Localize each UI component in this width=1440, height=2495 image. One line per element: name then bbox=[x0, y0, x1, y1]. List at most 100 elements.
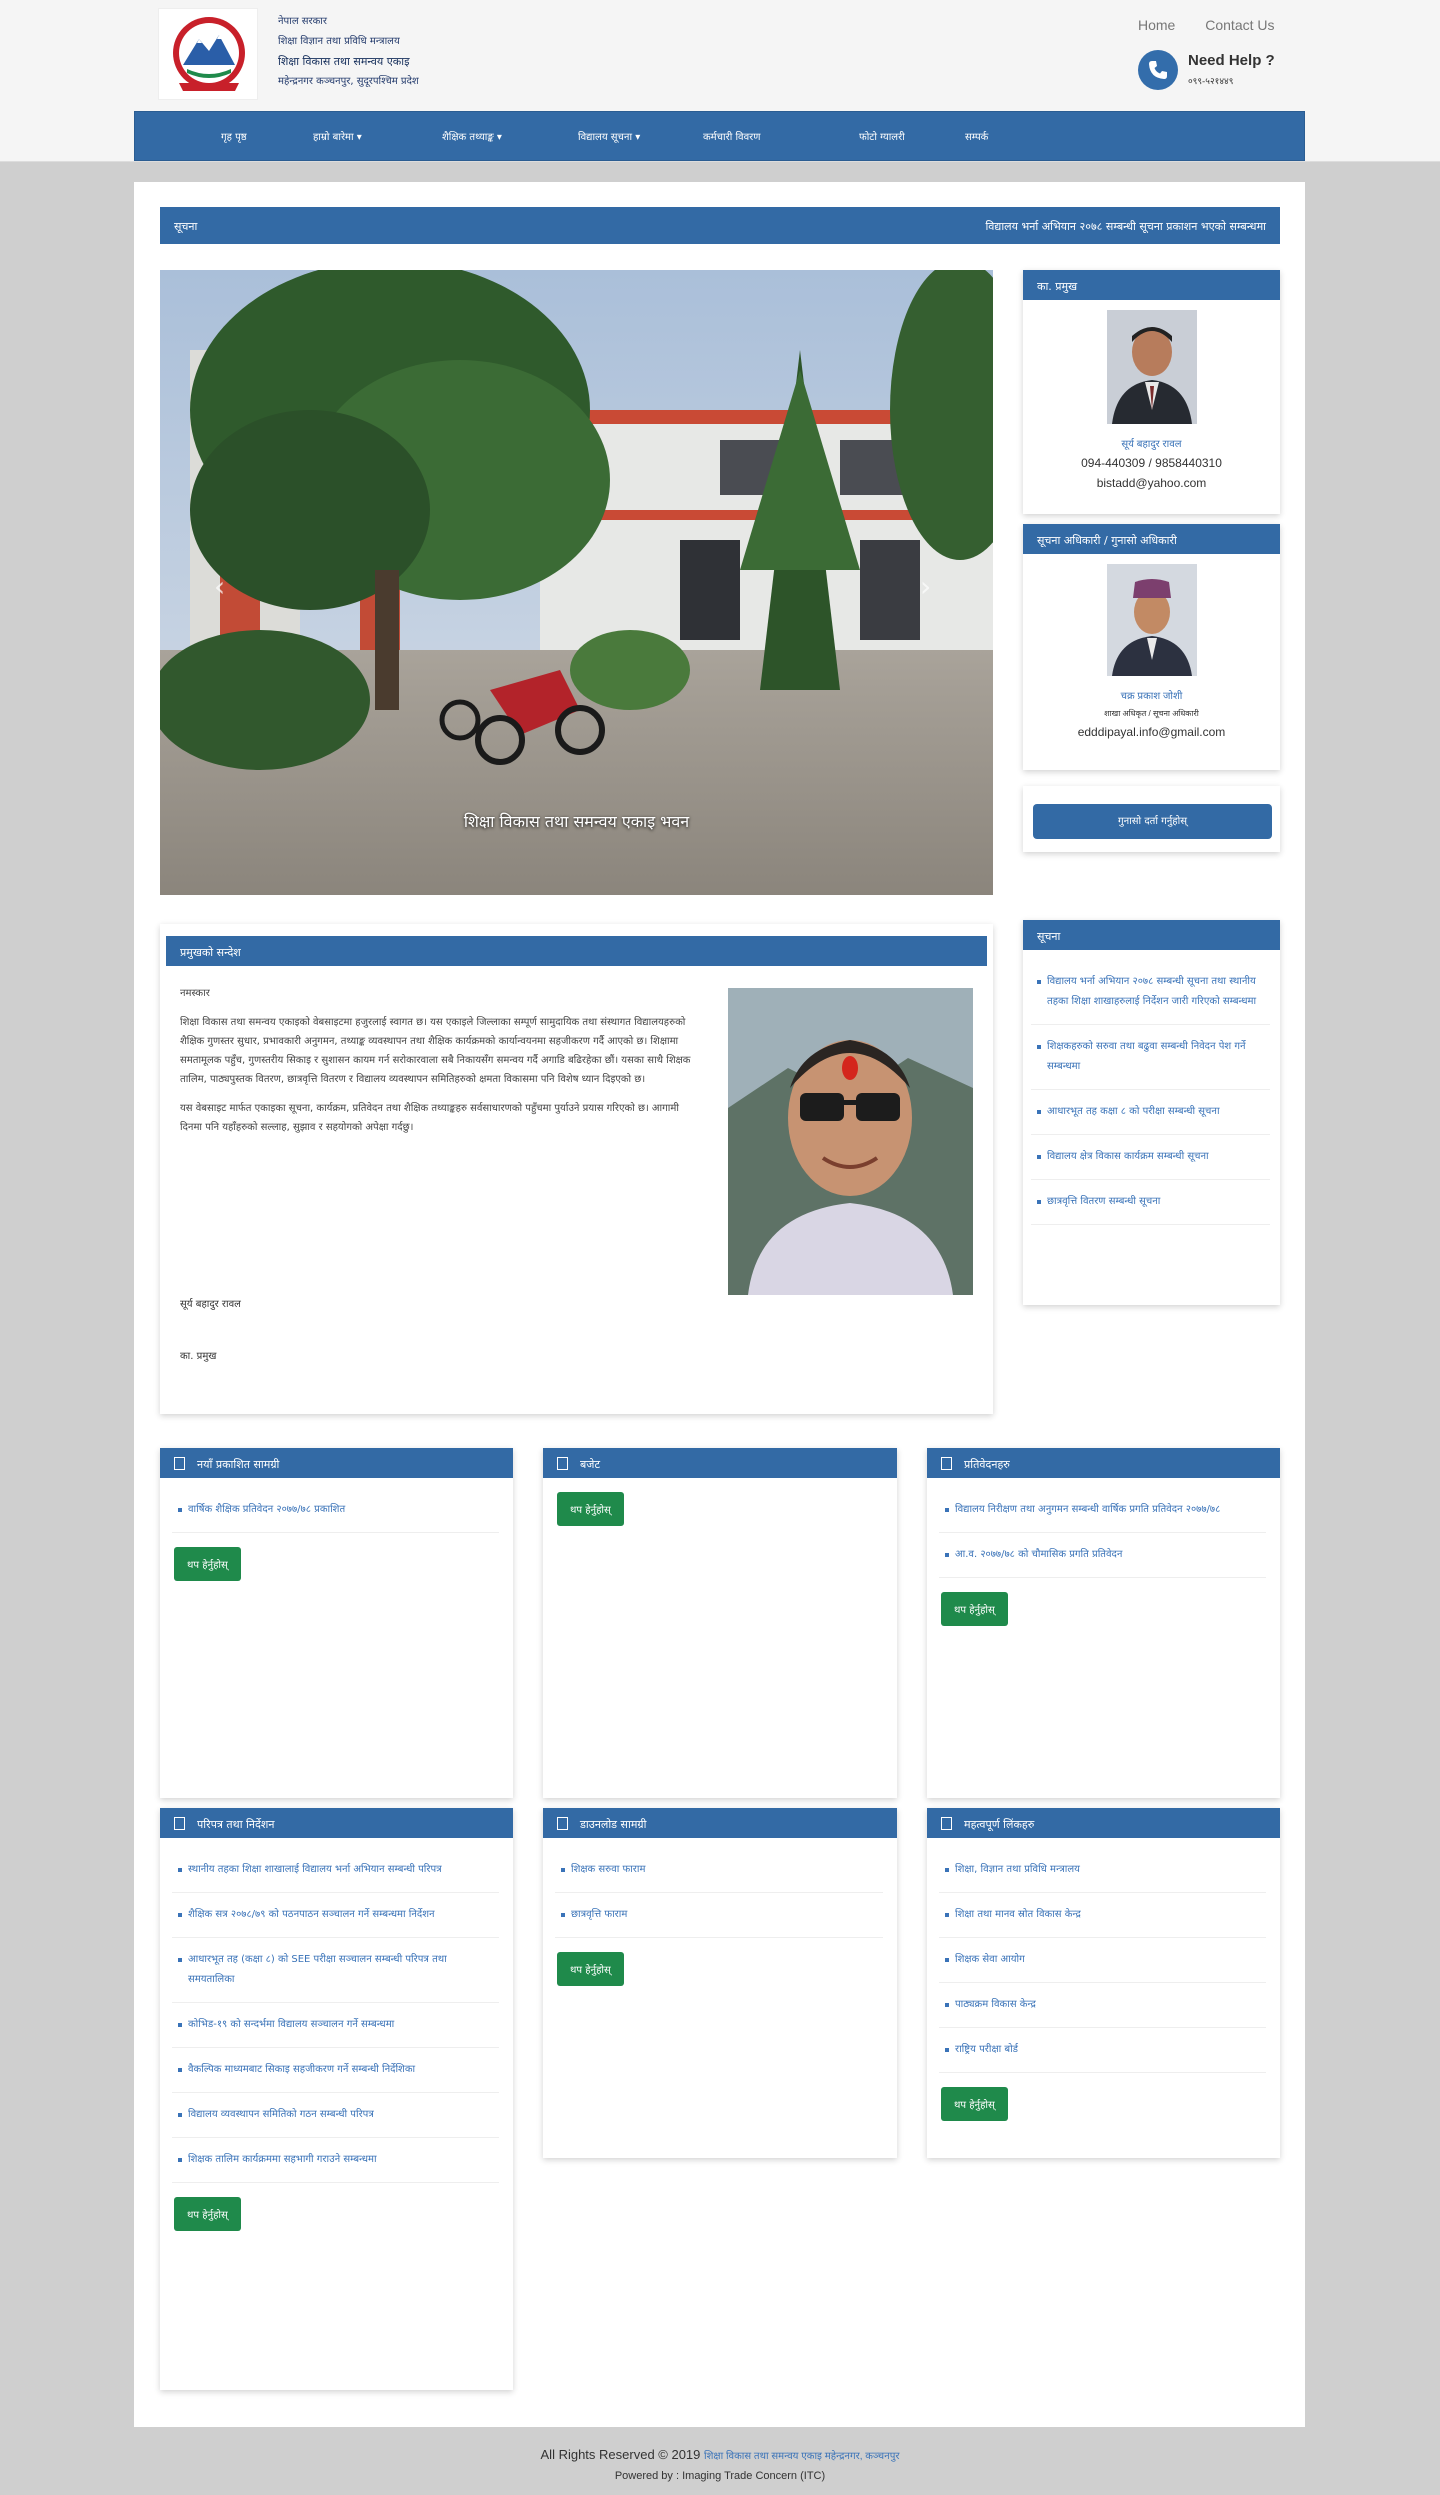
chief-officer-email[interactable]: bistadd@yahoo.com bbox=[1023, 476, 1280, 490]
publication-item[interactable]: वार्षिक शैक्षिक प्रतिवेदन २०७७/७८ प्रकाश… bbox=[172, 1488, 499, 1533]
footer-org-link[interactable]: शिक्षा विकास तथा समन्वय एकाइ महेन्द्रनगर… bbox=[704, 2451, 899, 2462]
chevron-down-icon: ▾ bbox=[356, 132, 362, 143]
nav-item-school-info[interactable]: विद्यालय सूचना ▾ bbox=[578, 129, 640, 143]
nav-item-contact[interactable]: सम्पर्क bbox=[965, 129, 988, 143]
document-icon bbox=[174, 1817, 185, 1830]
circular-item[interactable]: विद्यालय व्यवस्थापन समितिको गठन सम्बन्धी… bbox=[172, 2093, 499, 2138]
nav-item-statistics[interactable]: शैक्षिक तथ्याङ्क ▾ bbox=[442, 129, 502, 143]
chief-message-panel: प्रमुखको सन्देश नमस्कार शिक्षा विकास तथा… bbox=[160, 924, 993, 1414]
org-line-1: नेपाल सरकार bbox=[278, 16, 327, 27]
register-complaint-button[interactable]: गुनासो दर्ता गर्नुहोस् bbox=[1033, 804, 1272, 839]
info-officer-panel: सूचना अधिकारी / गुनासो अधिकारी चक्र प्रक… bbox=[1023, 524, 1280, 770]
link-item[interactable]: पाठ्यक्रम विकास केन्द्र bbox=[939, 1983, 1266, 2028]
publications-box: नयाँ प्रकाशित सामग्री वार्षिक शैक्षिक प्… bbox=[160, 1448, 513, 1798]
reports-more-button[interactable]: थप हेर्नुहोस् bbox=[941, 1592, 1008, 1626]
downloads-more-button[interactable]: थप हेर्नुहोस् bbox=[557, 1952, 624, 1986]
message-paragraph-1: शिक्षा विकास तथा समन्वय एकाइको वेबसाइटमा… bbox=[180, 1017, 691, 1085]
government-emblem-logo[interactable] bbox=[158, 8, 258, 100]
contact-us-link[interactable]: Contact Us bbox=[1205, 17, 1274, 33]
circular-item[interactable]: आधारभूत तह (कक्षा ८) को SEE परीक्षा सञ्च… bbox=[172, 1938, 499, 2003]
info-officer-email[interactable]: edddipayal.info@gmail.com bbox=[1023, 725, 1280, 739]
circular-item[interactable]: शैक्षिक सत्र २०७८/७९ को पठनपाठन सञ्चालन … bbox=[172, 1893, 499, 1938]
link-item[interactable]: शिक्षा, विज्ञान तथा प्रविधि मन्त्रालय bbox=[939, 1848, 1266, 1893]
reports-heading: प्रतिवेदनहरु bbox=[927, 1448, 1280, 1478]
chevron-down-icon: ▾ bbox=[635, 132, 641, 143]
footer-powered-by[interactable]: Imaging Trade Concern (ITC) bbox=[682, 2470, 825, 2482]
links-box: महत्वपूर्ण लिंकहरु शिक्षा, विज्ञान तथा प… bbox=[927, 1808, 1280, 2158]
links-more-button[interactable]: थप हेर्नुहोस् bbox=[941, 2087, 1008, 2121]
ticker-label: सूचना bbox=[174, 220, 198, 233]
budget-more-button[interactable]: थप हेर्नुहोस् bbox=[557, 1492, 624, 1526]
info-officer-name: चक्र प्रकाश जोशी bbox=[1120, 691, 1183, 702]
office-building-photo bbox=[160, 270, 993, 895]
chief-officer-phone: 094-440309 / 9858440310 bbox=[1081, 456, 1222, 470]
download-item[interactable]: शिक्षक सरुवा फाराम bbox=[555, 1848, 883, 1893]
notice-item[interactable]: विद्यालय क्षेत्र विकास कार्यक्रम सम्बन्ध… bbox=[1031, 1135, 1270, 1180]
notice-heading: सूचना bbox=[1023, 920, 1280, 950]
main-navigation: गृह पृष्ठ हाम्रो बारेमा ▾ शैक्षिक तथ्याङ… bbox=[134, 111, 1305, 161]
document-icon bbox=[174, 1457, 185, 1470]
notice-panel: सूचना विद्यालय भर्ना अभियान २०७८ सम्बन्ध… bbox=[1023, 920, 1280, 1305]
notice-item[interactable]: विद्यालय भर्ना अभियान २०७८ सम्बन्धी सूचन… bbox=[1031, 960, 1270, 1025]
org-line-3: शिक्षा विकास तथा समन्वय एकाइ bbox=[278, 55, 410, 68]
links-list: शिक्षा, विज्ञान तथा प्रविधि मन्त्रालय शि… bbox=[927, 1838, 1280, 2073]
download-item[interactable]: छात्रवृत्ति फाराम bbox=[555, 1893, 883, 1938]
organization-title: नेपाल सरकार शिक्षा विज्ञान तथा प्रविधि म… bbox=[278, 12, 419, 92]
nav-item-gallery[interactable]: फोटो ग्यालरी bbox=[859, 129, 905, 143]
chief-portrait-photo bbox=[728, 988, 973, 1295]
links-heading: महत्वपूर्ण लिंकहरु bbox=[927, 1808, 1280, 1838]
notice-item[interactable]: शिक्षकहरुको सरुवा तथा बढुवा सम्बन्धी निव… bbox=[1031, 1025, 1270, 1090]
chevron-down-icon: ▾ bbox=[496, 132, 502, 143]
message-greeting: नमस्कार bbox=[180, 988, 210, 999]
nav-item-staff[interactable]: कर्मचारी विवरण bbox=[703, 129, 761, 143]
slider-caption: शिक्षा विकास तथा समन्वय एकाइ भवन bbox=[463, 812, 690, 831]
circular-item[interactable]: शिक्षक तालिम कार्यक्रममा सहभागी गराउने स… bbox=[172, 2138, 499, 2183]
report-item[interactable]: आ.व. २०७७/७८ को चौमासिक प्रगति प्रतिवेदन bbox=[939, 1533, 1266, 1578]
budget-heading: बजेट bbox=[543, 1448, 897, 1478]
chief-message-body: नमस्कार शिक्षा विकास तथा समन्वय एकाइको व… bbox=[180, 984, 700, 1137]
org-line-2: शिक्षा विज्ञान तथा प्रविधि मन्त्रालय bbox=[278, 36, 400, 47]
publications-more-button[interactable]: थप हेर्नुहोस् bbox=[174, 1547, 241, 1581]
link-item[interactable]: शिक्षक सेवा आयोग bbox=[939, 1938, 1266, 1983]
document-icon bbox=[557, 1457, 568, 1470]
downloads-heading: डाउनलोड सामग्री bbox=[543, 1808, 897, 1838]
chief-officer-name: सूर्य बहादुर रावल bbox=[1121, 439, 1182, 450]
notice-item[interactable]: छात्रवृत्ति वितरण सम्बन्धी सूचना bbox=[1031, 1180, 1270, 1225]
document-icon bbox=[941, 1457, 952, 1470]
circulars-heading: परिपत्र तथा निर्देशन bbox=[160, 1808, 513, 1838]
circular-item[interactable]: कोभिड-१९ को सन्दर्भमा विद्यालय सञ्चालन ग… bbox=[172, 2003, 499, 2048]
message-signature-name: सूर्य बहादुर रावल bbox=[180, 1299, 241, 1310]
message-paragraph-2: यस वेबसाइट मार्फत एकाइका सूचना, कार्यक्र… bbox=[180, 1103, 679, 1133]
document-icon bbox=[941, 1817, 952, 1830]
ticker-text[interactable]: विद्यालय भर्ना अभियान २०७८ सम्बन्धी सूचन… bbox=[985, 219, 1266, 234]
footer-powered-label: Powered by : bbox=[614, 2470, 680, 2482]
footer-copyright: All Rights Reserved © 2019 शिक्षा विकास … bbox=[0, 2447, 1440, 2462]
report-item[interactable]: विद्यालय निरीक्षण तथा अनुगमन सम्बन्धी वा… bbox=[939, 1488, 1266, 1533]
home-link[interactable]: Home bbox=[1138, 17, 1175, 33]
reports-box: प्रतिवेदनहरु विद्यालय निरीक्षण तथा अनुगम… bbox=[927, 1448, 1280, 1798]
image-slider: ‹ › शिक्षा विकास तथा समन्वय एकाइ भवन bbox=[160, 270, 993, 895]
slider-next-button[interactable]: › bbox=[920, 570, 931, 603]
circular-item[interactable]: स्थानीय तहका शिक्षा शाखालाई विद्यालय भर्… bbox=[172, 1848, 499, 1893]
circulars-more-button[interactable]: थप हेर्नुहोस् bbox=[174, 2197, 241, 2231]
message-signature-title: का. प्रमुख bbox=[180, 1351, 217, 1362]
chief-officer-heading: का. प्रमुख bbox=[1023, 270, 1280, 300]
phone-icon bbox=[1138, 50, 1178, 90]
publications-heading: नयाँ प्रकाशित सामग्री bbox=[160, 1448, 513, 1478]
downloads-list: शिक्षक सरुवा फाराम छात्रवृत्ति फाराम bbox=[543, 1838, 897, 1938]
link-item[interactable]: राष्ट्रिय परीक्षा बोर्ड bbox=[939, 2028, 1266, 2073]
org-line-4: महेन्द्रनगर कञ्चनपुर, सुदूरपश्चिम प्रदेश bbox=[278, 76, 419, 87]
nav-item-home[interactable]: गृह पृष्ठ bbox=[221, 129, 247, 143]
notice-list: विद्यालय भर्ना अभियान २०७८ सम्बन्धी सूचन… bbox=[1023, 950, 1280, 1225]
slider-prev-button[interactable]: ‹ bbox=[214, 570, 225, 603]
chief-message-heading: प्रमुखको सन्देश bbox=[166, 936, 987, 966]
info-officer-heading: सूचना अधिकारी / गुनासो अधिकारी bbox=[1023, 524, 1280, 554]
nav-item-about[interactable]: हाम्रो बारेमा ▾ bbox=[313, 129, 362, 143]
chief-officer-panel: का. प्रमुख सूर्य बहादुर रावल 094-440309 … bbox=[1023, 270, 1280, 514]
need-help-title: Need Help ? bbox=[1188, 52, 1275, 69]
downloads-box: डाउनलोड सामग्री शिक्षक सरुवा फाराम छात्र… bbox=[543, 1808, 897, 2158]
link-item[interactable]: शिक्षा तथा मानव स्रोत विकास केन्द्र bbox=[939, 1893, 1266, 1938]
notice-item[interactable]: आधारभूत तह कक्षा ८ को परीक्षा सम्बन्धी स… bbox=[1031, 1090, 1270, 1135]
news-ticker: सूचना विद्यालय भर्ना अभियान २०७८ सम्बन्ध… bbox=[160, 207, 1280, 244]
circular-item[interactable]: वैकल्पिक माध्यमबाट सिकाइ सहजीकरण गर्ने स… bbox=[172, 2048, 499, 2093]
